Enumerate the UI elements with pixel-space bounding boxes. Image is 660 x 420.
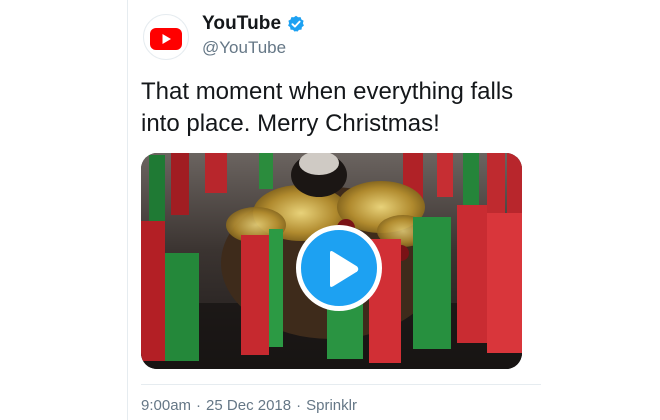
tweet-meta: 9:00am · 25 Dec 2018 · Sprinklr — [141, 397, 357, 414]
tweet-date[interactable]: 25 Dec 2018 — [206, 397, 291, 414]
play-button[interactable] — [296, 225, 382, 311]
avatar[interactable] — [143, 14, 189, 60]
handle[interactable]: @YouTube — [202, 38, 305, 58]
tweet-card[interactable]: YouTube @YouTube That moment when everyt… — [141, 0, 541, 420]
tweet-source[interactable]: Sprinklr — [306, 397, 357, 414]
name-row: YouTube — [202, 13, 305, 35]
play-icon — [330, 251, 359, 287]
tweet-time[interactable]: 9:00am — [141, 397, 191, 414]
timeline-divider — [127, 0, 128, 420]
footer-divider — [141, 384, 541, 385]
meta-separator: · — [196, 397, 202, 414]
tweet-header: YouTube @YouTube — [141, 9, 541, 65]
tweet-page: YouTube @YouTube That moment when everyt… — [0, 0, 660, 420]
verified-badge-icon — [287, 15, 305, 33]
video-player[interactable] — [141, 153, 522, 369]
meta-separator: · — [296, 397, 302, 414]
display-name[interactable]: YouTube — [202, 13, 281, 35]
author-block: YouTube @YouTube — [202, 13, 305, 58]
tweet-text: That moment when everything falls into p… — [141, 78, 514, 137]
youtube-logo-icon — [150, 28, 182, 50]
